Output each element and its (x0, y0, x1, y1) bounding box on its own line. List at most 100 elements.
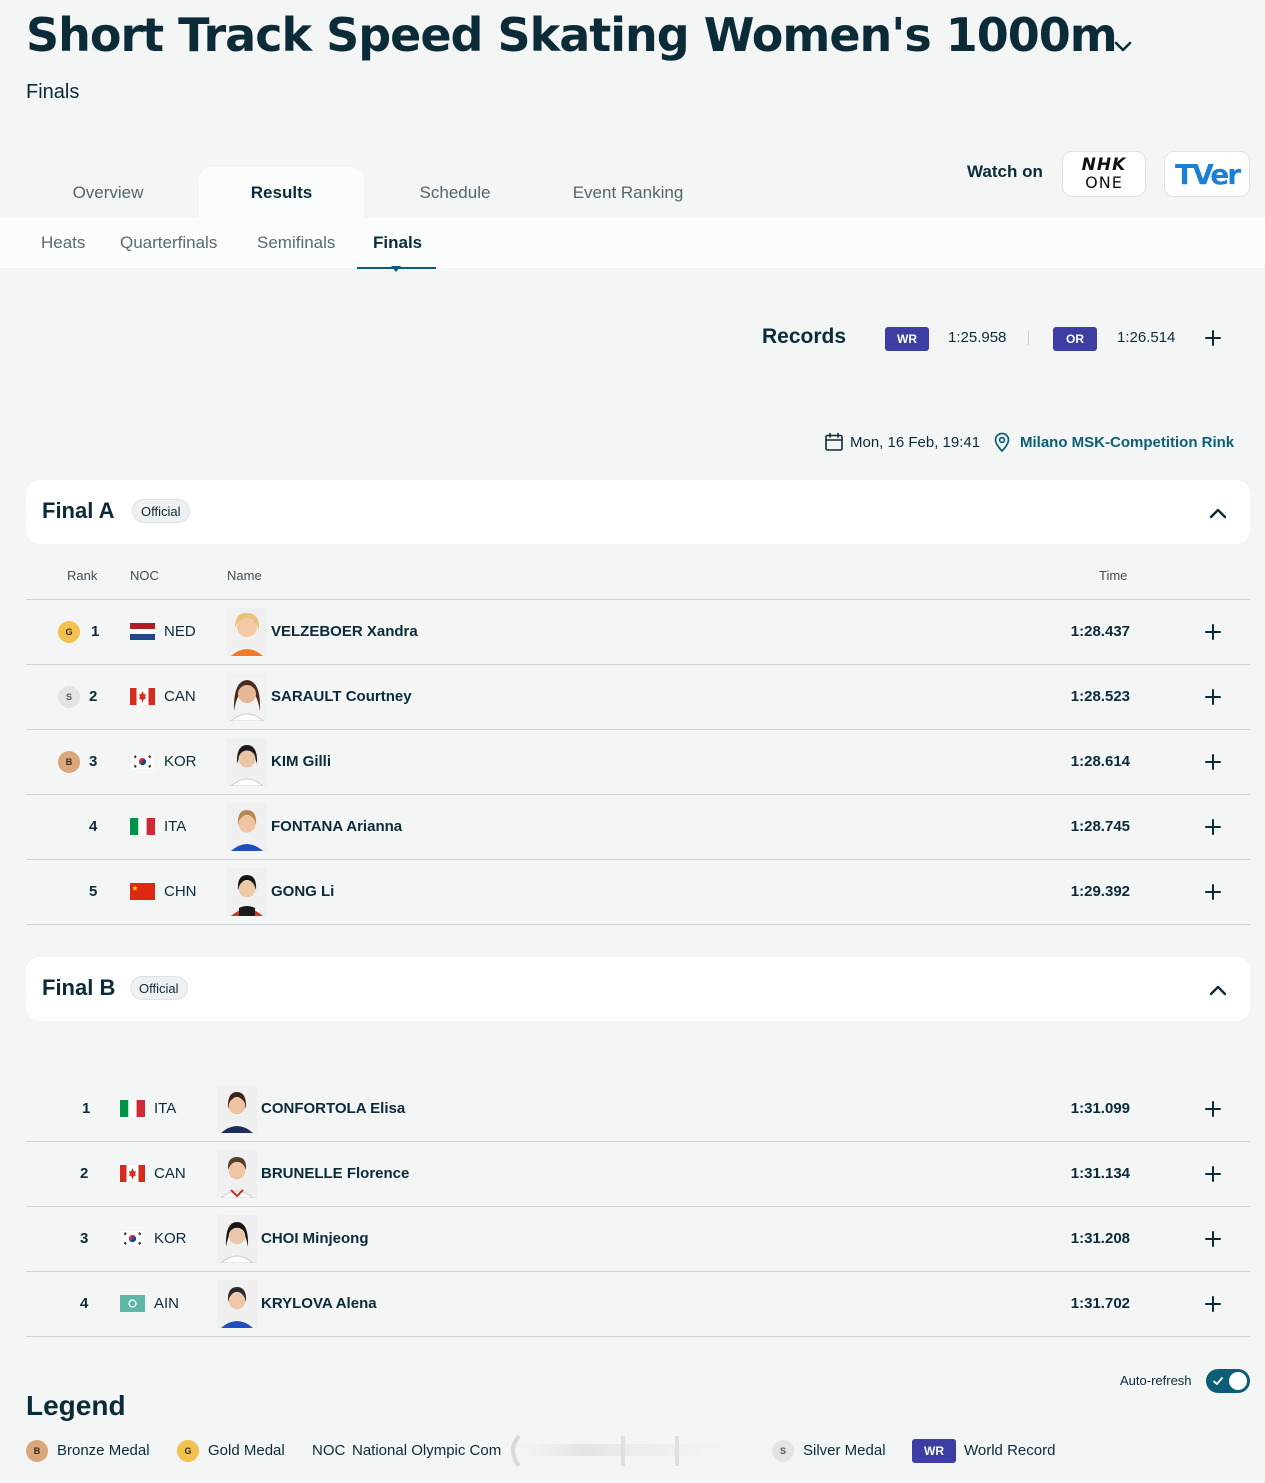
noc-code: KOR (154, 1230, 187, 1247)
table-row[interactable]: 4 ITA FONTANA Arianna 1:28.745 (26, 795, 1250, 859)
result-time: 1:28.523 (1070, 688, 1130, 705)
records-label: Records (762, 325, 847, 348)
rank: 1 (91, 623, 100, 640)
flag-ita-icon (120, 1100, 145, 1117)
table-row[interactable]: 4 AIN KRYLOVA Alena 1:31.702 (26, 1272, 1250, 1336)
result-time: 1:31.099 (1070, 1100, 1130, 1117)
tver-logo: TVer (1174, 157, 1241, 191)
result-time: 1:29.392 (1070, 883, 1130, 900)
legend-wr-badge: WR (912, 1439, 956, 1463)
athlete-name[interactable]: KRYLOVA Alena (261, 1295, 377, 1312)
subtab-finals[interactable]: Finals (373, 226, 422, 260)
table-row[interactable]: 5 CHN GONG Li 1:29.392 (26, 860, 1250, 924)
gold-medal-badge: G (58, 621, 80, 643)
athlete-name[interactable]: CHOI Minjeong (261, 1230, 369, 1247)
legend-bronze-label: Bronze Medal (57, 1442, 150, 1459)
tver-button[interactable]: TVer (1164, 151, 1250, 197)
table-row[interactable]: 2 CAN BRUNELLE Florence 1:31.134 (26, 1142, 1250, 1206)
chevron-up-icon[interactable] (1206, 502, 1230, 524)
nhk-logo-text: NHK (1081, 155, 1127, 175)
flag-ita-icon (130, 818, 155, 835)
athlete-name[interactable]: GONG Li (271, 883, 334, 900)
chevron-up-icon[interactable] (1206, 979, 1230, 1001)
rank: 5 (89, 883, 98, 900)
athlete-photo (227, 738, 267, 786)
expand-row-icon[interactable] (1203, 1099, 1223, 1119)
athlete-name[interactable]: SARAULT Courtney (271, 688, 412, 705)
table-row[interactable]: B 3 KOR KIM Gilli 1:28.614 (26, 730, 1250, 794)
legend-silver-label: Silver Medal (803, 1442, 886, 1459)
noc-code: ITA (164, 818, 187, 835)
expand-row-icon[interactable] (1203, 882, 1223, 902)
final-b-title: Final B (42, 975, 116, 1000)
legend-wr-label: World Record (964, 1442, 1056, 1459)
expand-row-icon[interactable] (1203, 1229, 1223, 1249)
tab-event-ranking[interactable]: Event Ranking (556, 167, 700, 219)
col-time: Time (1099, 568, 1128, 583)
athlete-name[interactable]: FONTANA Arianna (271, 818, 402, 835)
tab-schedule[interactable]: Schedule (390, 167, 520, 219)
result-time: 1:28.745 (1070, 818, 1130, 835)
wr-time: 1:25.958 (948, 329, 1007, 346)
legend-title: Legend (26, 1390, 126, 1421)
tab-results[interactable]: Results (199, 167, 364, 219)
final-b-status-badge: Official (130, 976, 188, 1000)
page-title: Short Track Speed Skating Women's 1000m (26, 8, 1118, 62)
table-row[interactable]: S 2 CAN SARAULT Courtney 1:28.523 (26, 665, 1250, 729)
venue-link[interactable]: Milano MSK-Competition Rink (1020, 434, 1234, 451)
flag-kor-icon (120, 1230, 145, 1247)
col-rank: Rank (67, 568, 98, 583)
rank: 4 (89, 818, 98, 835)
athlete-photo (217, 1215, 257, 1263)
tab-overview[interactable]: Overview (40, 167, 176, 219)
final-a-status-badge: Official (132, 499, 190, 523)
flag-can-icon (130, 688, 155, 705)
table-row[interactable]: 3 KOR CHOI Minjeong 1:31.208 (26, 1207, 1250, 1271)
expand-row-icon[interactable] (1203, 817, 1223, 837)
athlete-photo (227, 803, 267, 851)
athlete-name[interactable]: VELZEBOER Xandra (271, 623, 418, 640)
athlete-name[interactable]: BRUNELLE Florence (261, 1165, 409, 1182)
expand-row-icon[interactable] (1203, 1294, 1223, 1314)
athlete-name[interactable]: CONFORTOLA Elisa (261, 1100, 405, 1117)
rank: 2 (80, 1165, 89, 1182)
final-a-header[interactable]: Final A Official (26, 480, 1250, 544)
watch-on-label: Watch on (967, 162, 1043, 181)
flag-ain-icon (120, 1295, 145, 1312)
flag-kor-icon (130, 753, 155, 770)
toggle-knob (1229, 1372, 1247, 1390)
expand-row-icon[interactable] (1203, 687, 1223, 707)
horizontal-scroll-overlay[interactable] (505, 1432, 760, 1468)
location-pin-icon (994, 432, 1010, 452)
table-row[interactable]: G 1 NED VELZEBOER Xandra 1:28.437 (26, 600, 1250, 664)
flag-ned-icon (130, 623, 155, 640)
subtab-heats[interactable]: Heats (41, 226, 85, 260)
rank: 4 (80, 1295, 89, 1312)
subtab-quarterfinals[interactable]: Quarterfinals (120, 226, 217, 260)
athlete-name[interactable]: KIM Gilli (271, 753, 331, 770)
calendar-icon (825, 432, 843, 451)
final-b-header[interactable]: Final B Official (26, 957, 1250, 1021)
subtab-semifinals[interactable]: Semifinals (257, 226, 335, 260)
event-date: Mon, 16 Feb, 19:41 (850, 434, 981, 451)
auto-refresh-toggle[interactable] (1206, 1369, 1250, 1393)
or-time: 1:26.514 (1117, 329, 1176, 346)
flag-chn-icon (130, 883, 155, 900)
expand-row-icon[interactable] (1203, 1164, 1223, 1184)
check-icon (1213, 1377, 1223, 1385)
auto-refresh-label: Auto-refresh (1120, 1373, 1192, 1388)
athlete-photo (227, 608, 267, 656)
table-divider (26, 1336, 1250, 1337)
expand-row-icon[interactable] (1203, 622, 1223, 642)
records-expand-icon[interactable] (1203, 328, 1223, 348)
result-time: 1:31.702 (1070, 1295, 1130, 1312)
table-row[interactable]: 1 ITA CONFORTOLA Elisa 1:31.099 (26, 1077, 1250, 1141)
expand-row-icon[interactable] (1203, 752, 1223, 772)
records-divider (1028, 331, 1029, 345)
bronze-medal-badge: B (58, 751, 80, 773)
noc-code: CAN (164, 688, 196, 705)
noc-code: KOR (164, 753, 197, 770)
athlete-photo (227, 868, 267, 916)
chevron-down-icon[interactable] (1110, 34, 1136, 60)
nhk-one-button[interactable]: NHK ONE (1062, 151, 1146, 197)
